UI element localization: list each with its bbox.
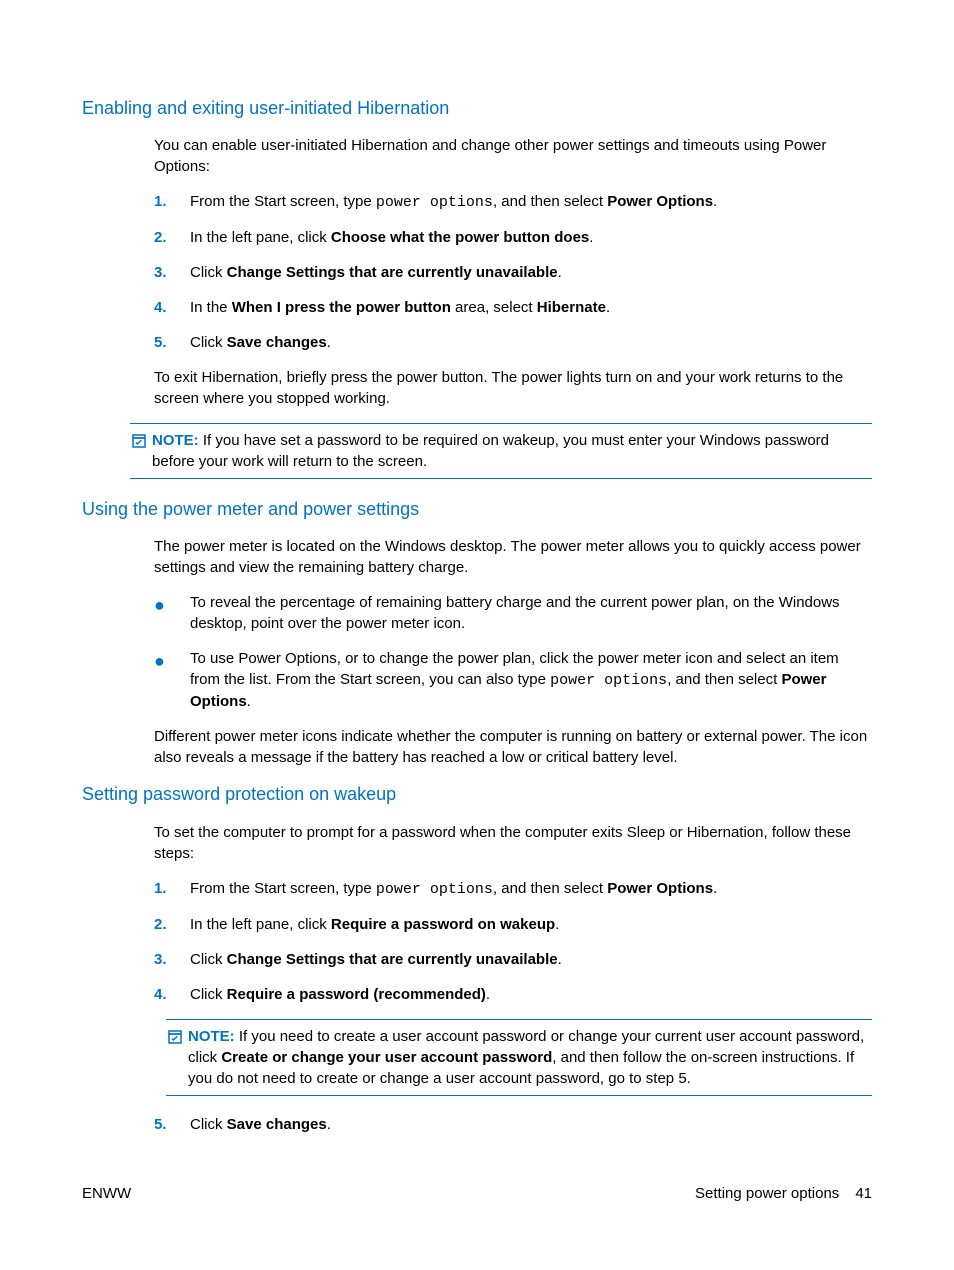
list-item: 2.In the left pane, click Choose what th… (154, 227, 872, 248)
list-item: 1.From the Start screen, type power opti… (154, 191, 872, 213)
note-text: NOTE: If you have set a password to be r… (152, 430, 872, 472)
footer-section-title: Setting power options (695, 1183, 839, 1204)
footer-right: Setting power options 41 (695, 1183, 872, 1204)
footer-left: ENWW (82, 1183, 131, 1204)
step-number: 3. (154, 262, 190, 283)
section-body: You can enable user-initiated Hibernatio… (154, 135, 872, 409)
document-page: Enabling and exiting user-initiated Hibe… (0, 0, 954, 1270)
step-number: 4. (154, 297, 190, 318)
step-text: From the Start screen, type power option… (190, 191, 872, 213)
note-text: NOTE: If you need to create a user accou… (188, 1026, 872, 1089)
note-icon (130, 430, 152, 472)
note-icon (166, 1026, 188, 1089)
step-number: 5. (154, 1114, 190, 1135)
steps-list: 1.From the Start screen, type power opti… (154, 878, 872, 1005)
note-content: If you need to create a user account pas… (188, 1028, 864, 1087)
step-number: 1. (154, 191, 190, 213)
section-body: The power meter is located on the Window… (154, 536, 872, 768)
step-number: 2. (154, 227, 190, 248)
step-text: Click Save changes. (190, 332, 872, 353)
step-text: In the left pane, click Choose what the … (190, 227, 872, 248)
step-text: From the Start screen, type power option… (190, 878, 872, 900)
step-text: In the When I press the power button are… (190, 297, 872, 318)
list-item: 4.Click Require a password (recommended)… (154, 984, 872, 1005)
intro-paragraph: You can enable user-initiated Hibernatio… (154, 135, 872, 177)
outro-paragraph: To exit Hibernation, briefly press the p… (154, 367, 872, 409)
section-body: 5.Click Save changes. (154, 1114, 872, 1135)
step-text: Click Save changes. (190, 1114, 872, 1135)
bullet-icon: ● (154, 648, 190, 712)
step-text: Click Change Settings that are currently… (190, 262, 872, 283)
list-item: 3.Click Change Settings that are current… (154, 262, 872, 283)
steps-list: 1.From the Start screen, type power opti… (154, 191, 872, 353)
step-number: 1. (154, 878, 190, 900)
list-item: 3.Click Change Settings that are current… (154, 949, 872, 970)
list-item: ●To reveal the percentage of remaining b… (154, 592, 872, 634)
note-block: NOTE: If you have set a password to be r… (130, 423, 872, 479)
intro-paragraph: To set the computer to prompt for a pass… (154, 822, 872, 864)
list-item: 5.Click Save changes. (154, 332, 872, 353)
note-label: NOTE: (152, 432, 199, 449)
section-heading-hibernation: Enabling and exiting user-initiated Hibe… (82, 96, 872, 121)
step-number: 5. (154, 332, 190, 353)
bullet-text: To reveal the percentage of remaining ba… (190, 592, 872, 634)
section-heading-password-wakeup: Setting password protection on wakeup (82, 782, 872, 807)
bullet-icon: ● (154, 592, 190, 634)
steps-list: 5.Click Save changes. (154, 1114, 872, 1135)
step-number: 2. (154, 914, 190, 935)
list-item: 2.In the left pane, click Require a pass… (154, 914, 872, 935)
section-body: To set the computer to prompt for a pass… (154, 822, 872, 1005)
step-text: In the left pane, click Require a passwo… (190, 914, 872, 935)
note-content: If you have set a password to be require… (152, 432, 829, 470)
step-text: Click Change Settings that are currently… (190, 949, 872, 970)
footer-page-number: 41 (855, 1183, 872, 1204)
list-item: 5.Click Save changes. (154, 1114, 872, 1135)
list-item: 1.From the Start screen, type power opti… (154, 878, 872, 900)
section-heading-power-meter: Using the power meter and power settings (82, 497, 872, 522)
list-item: 4.In the When I press the power button a… (154, 297, 872, 318)
step-number: 4. (154, 984, 190, 1005)
step-text: Click Require a password (recommended). (190, 984, 872, 1005)
bullet-list: ●To reveal the percentage of remaining b… (154, 592, 872, 712)
list-item: ●To use Power Options, or to change the … (154, 648, 872, 712)
note-label: NOTE: (188, 1028, 235, 1045)
step-number: 3. (154, 949, 190, 970)
outro-paragraph: Different power meter icons indicate whe… (154, 726, 872, 768)
bullet-text: To use Power Options, or to change the p… (190, 648, 872, 712)
intro-paragraph: The power meter is located on the Window… (154, 536, 872, 578)
page-footer: ENWW Setting power options 41 (82, 1183, 872, 1204)
note-block: NOTE: If you need to create a user accou… (166, 1019, 872, 1096)
